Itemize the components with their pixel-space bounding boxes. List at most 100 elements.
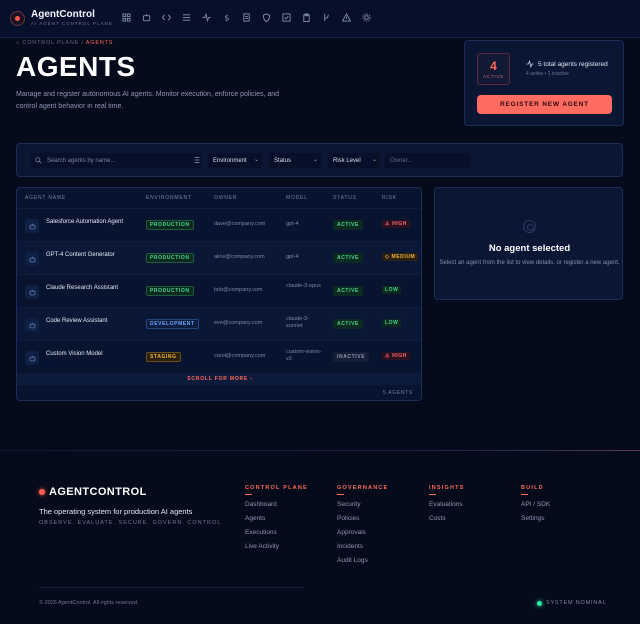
robot-icon[interactable] — [141, 12, 152, 23]
empty-state-text: Select an agent from the list to view de… — [439, 260, 620, 266]
footer-link[interactable]: Costs — [429, 515, 465, 529]
activity-icon — [526, 60, 534, 68]
branch-icon[interactable] — [321, 12, 332, 23]
active-label: ACTIVE — [482, 74, 505, 79]
footer-link[interactable]: Dashboard — [245, 501, 308, 515]
search-input[interactable]: Search agents by name... — [31, 153, 201, 168]
footer-brand[interactable]: AGENTCONTROL — [49, 486, 147, 498]
footer-link[interactable]: API / SDK — [521, 501, 550, 515]
check-square-icon[interactable] — [281, 12, 292, 23]
breadcrumb: ⌂ CONTROL PLANE / AGENTS — [16, 40, 113, 46]
chevron-down-icon: ⌄ — [312, 157, 318, 163]
clipboard-icon[interactable] — [301, 12, 312, 23]
agents-table: AGENT NAME ENVIRONMENT OWNER MODEL STATU… — [16, 187, 422, 401]
owner-email: carol@company.com — [214, 353, 266, 359]
alert-icon[interactable] — [341, 12, 352, 23]
agent-detail-panel: No agent selected Select an agent from t… — [434, 187, 623, 300]
stats-card: 4 ACTIVE 5 total agents registered 4 act… — [464, 40, 624, 126]
environment-select[interactable]: Environment ⌄ — [208, 153, 262, 168]
footer-link[interactable]: Approvals — [337, 529, 388, 543]
grid-icon[interactable] — [121, 12, 132, 23]
nav-icon-bar: $ — [121, 12, 372, 23]
footer-link[interactable]: Agents — [245, 515, 308, 529]
list-icon[interactable] — [181, 12, 192, 23]
register-new-agent-button[interactable]: REGISTER NEW AGENT — [477, 95, 612, 114]
breadcrumb-separator: / — [81, 40, 84, 46]
agent-name: GPT-4 Content Generator — [46, 252, 115, 258]
agent-name: Claude Research Assistant — [46, 285, 119, 291]
document-icon[interactable] — [241, 12, 252, 23]
svg-text:$: $ — [224, 13, 229, 22]
column-header[interactable]: STATUS — [333, 195, 357, 201]
footer-column-insights: INSIGHTS Evaluations Costs — [429, 485, 465, 529]
risk-level-select[interactable]: Risk Level ⌄ — [328, 153, 380, 168]
activity-icon[interactable] — [201, 12, 212, 23]
robot-icon — [25, 219, 39, 233]
gear-icon[interactable] — [361, 12, 372, 23]
search-icon — [35, 157, 42, 164]
footer-link[interactable]: Live Activity — [245, 543, 308, 557]
footer-link[interactable]: Evaluations — [429, 501, 465, 515]
model-name: custom-vision-v2 — [286, 349, 322, 362]
environment-select-value: Environment — [213, 157, 247, 164]
owner-email: dave@company.com — [214, 221, 266, 227]
footer-column-build: BUILD API / SDK Settings — [521, 485, 550, 529]
status-select[interactable]: Status ⌄ — [269, 153, 321, 168]
table-header: AGENT NAME ENVIRONMENT OWNER MODEL STATU… — [17, 188, 421, 208]
agent-name: Code Review Assistant — [46, 318, 108, 324]
owner-email: alice@company.com — [214, 254, 265, 260]
table-row[interactable]: GPT-4 Content Generator PRODUCTION alice… — [17, 241, 421, 274]
app-name[interactable]: AgentControl — [31, 9, 95, 20]
dollar-icon[interactable]: $ — [221, 12, 232, 23]
total-agents-line: 5 total agents registered — [526, 60, 608, 68]
environment-badge: PRODUCTION — [146, 286, 194, 296]
footer-link[interactable]: Incidents — [337, 543, 388, 557]
footer-link[interactable]: Security — [337, 501, 388, 515]
table-row[interactable]: Salesforce Automation Agent PRODUCTION d… — [17, 208, 421, 241]
footer-link[interactable]: Policies — [337, 515, 388, 529]
model-name: claude-3-sonnet — [286, 316, 309, 329]
footer-divider — [0, 450, 640, 451]
scroll-label: SCROLL FOR MORE — [187, 376, 249, 382]
table-row[interactable]: Claude Research Assistant PRODUCTION bob… — [17, 274, 421, 307]
status-badge: ACTIVE — [333, 286, 363, 296]
risk-badge: LOW — [382, 286, 402, 294]
robot-icon — [25, 252, 39, 266]
footer-link[interactable]: Executions — [245, 529, 308, 543]
environment-badge: STAGING — [146, 352, 181, 362]
footer-column-governance: GOVERNANCE Security Policies Approvals I… — [337, 485, 388, 571]
chevron-down-icon: ⌄ — [371, 157, 377, 163]
filter-icon[interactable] — [193, 156, 201, 164]
system-status-text: SYSTEM NOMINAL — [546, 600, 607, 606]
logo-icon[interactable] — [10, 11, 25, 26]
status-dot-icon — [537, 600, 542, 606]
footer-column-heading: GOVERNANCE — [337, 485, 389, 491]
column-header[interactable]: AGENT NAME — [25, 195, 66, 201]
footer-link[interactable]: Settings — [521, 515, 550, 529]
table-row[interactable]: Code Review Assistant DEVELOPMENT eve@co… — [17, 307, 421, 340]
model-name: gpt-4 — [286, 254, 299, 260]
column-header[interactable]: MODEL — [286, 195, 308, 201]
model-name: claude-3-opus — [286, 283, 321, 289]
empty-state-title: No agent selected — [488, 243, 571, 254]
code-icon[interactable] — [161, 12, 172, 23]
owner-input[interactable]: Owner... — [384, 153, 470, 168]
table-row[interactable]: Custom Vision Model STAGING carol@compan… — [17, 340, 421, 373]
app-subtitle: AI AGENT CONTROL PLANE — [31, 21, 113, 26]
status-badge: INACTIVE — [333, 352, 370, 362]
breadcrumb-root[interactable]: CONTROL PLANE — [22, 40, 79, 46]
column-header[interactable]: RISK — [382, 195, 397, 201]
risk-badge: LOW — [382, 319, 402, 327]
agent-count: 5 AGENTS — [382, 390, 413, 396]
footer-link[interactable]: Audit Logs — [337, 557, 388, 571]
agent-name: Custom Vision Model — [46, 351, 103, 357]
active-inactive-summary: 4 active • 1 inactive — [526, 71, 569, 77]
risk-badge: ⚠ HIGH — [382, 220, 410, 228]
column-header[interactable]: OWNER — [214, 195, 237, 201]
scroll-for-more-button[interactable]: SCROLL FOR MORE › — [17, 373, 421, 385]
total-agents-text: 5 total agents registered — [538, 60, 608, 68]
footer-separator — [39, 587, 304, 588]
active-count-box: 4 ACTIVE — [477, 53, 510, 85]
column-header[interactable]: ENVIRONMENT — [146, 195, 192, 201]
shield-icon[interactable] — [261, 12, 272, 23]
